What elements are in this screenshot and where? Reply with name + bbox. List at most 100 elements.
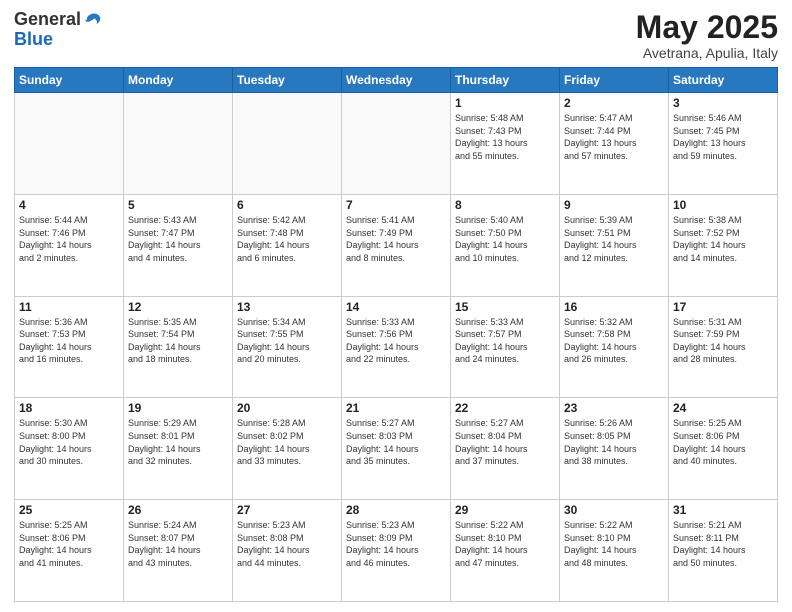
calendar-cell: 2Sunrise: 5:47 AMSunset: 7:44 PMDaylight… xyxy=(560,93,669,195)
day-number: 16 xyxy=(564,300,664,314)
day-number: 24 xyxy=(673,401,773,415)
calendar-cell: 29Sunrise: 5:22 AMSunset: 8:10 PMDayligh… xyxy=(451,500,560,602)
calendar-cell: 24Sunrise: 5:25 AMSunset: 8:06 PMDayligh… xyxy=(669,398,778,500)
day-number: 15 xyxy=(455,300,555,314)
day-info: Sunrise: 5:24 AMSunset: 8:07 PMDaylight:… xyxy=(128,519,228,569)
calendar-cell: 8 Sunrise: 5:40 AMSunset: 7:50 PMDaylight… xyxy=(451,194,560,296)
day-info: Sunrise: 5:23 AMSunset: 8:09 PMDaylight:… xyxy=(346,519,446,569)
calendar-cell: 14Sunrise: 5:33 AMSunset: 7:56 PMDayligh… xyxy=(342,296,451,398)
logo-bird-icon xyxy=(83,10,103,30)
day-info: Sunrise: 5:41 AMSunset: 7:49 PMDaylight:… xyxy=(346,214,446,264)
day-info: Sunrise: 5:23 AMSunset: 8:08 PMDaylight:… xyxy=(237,519,337,569)
day-info: Sunrise: 5:33 AMSunset: 7:57 PMDaylight:… xyxy=(455,316,555,366)
day-info: Sunrise: 5:31 AMSunset: 7:59 PMDaylight:… xyxy=(673,316,773,366)
calendar-cell: 25 Sunrise: 5:25 AMSunset: 8:06 PMDayligh… xyxy=(15,500,124,602)
day-info: Sunrise: 5:22 AMSunset: 8:10 PMDaylight:… xyxy=(564,519,664,569)
day-number: 9 xyxy=(564,198,664,212)
day-info: Sunrise: 5:27 AMSunset: 8:03 PMDaylight:… xyxy=(346,417,446,467)
calendar-cell: 10 Sunrise: 5:38 AMSunset: 7:52 PMDayligh… xyxy=(669,194,778,296)
col-header-thursday: Thursday xyxy=(451,68,560,93)
calendar-cell: 5 Sunrise: 5:43 AMSunset: 7:47 PMDaylight… xyxy=(124,194,233,296)
day-info: Sunrise: 5:42 AMSunset: 7:48 PMDaylight:… xyxy=(237,214,337,264)
day-info: Sunrise: 5:35 AMSunset: 7:54 PMDaylight:… xyxy=(128,316,228,366)
calendar-cell: 30 Sunrise: 5:22 AMSunset: 8:10 PMDayligh… xyxy=(560,500,669,602)
logo: General Blue xyxy=(14,10,103,50)
day-info: Sunrise: 5:32 AMSunset: 7:58 PMDaylight:… xyxy=(564,316,664,366)
calendar-cell: 26 Sunrise: 5:24 AMSunset: 8:07 PMDayligh… xyxy=(124,500,233,602)
day-number: 7 xyxy=(346,198,446,212)
day-info: Sunrise: 5:34 AMSunset: 7:55 PMDaylight:… xyxy=(237,316,337,366)
day-number: 30 xyxy=(564,503,664,517)
day-number: 28 xyxy=(346,503,446,517)
day-info: Sunrise: 5:25 AMSunset: 8:06 PMDaylight:… xyxy=(19,519,119,569)
day-number: 27 xyxy=(237,503,337,517)
day-number: 18 xyxy=(19,401,119,415)
day-info: Sunrise: 5:22 AMSunset: 8:10 PMDaylight:… xyxy=(455,519,555,569)
day-number: 13 xyxy=(237,300,337,314)
day-info: Sunrise: 5:46 AMSunset: 7:45 PMDaylight:… xyxy=(673,112,773,162)
day-number: 23 xyxy=(564,401,664,415)
day-number: 6 xyxy=(237,198,337,212)
day-info: Sunrise: 5:30 AMSunset: 8:00 PMDaylight:… xyxy=(19,417,119,467)
day-info: Sunrise: 5:40 AMSunset: 7:50 PMDaylight:… xyxy=(455,214,555,264)
calendar-cell: 28 Sunrise: 5:23 AMSunset: 8:09 PMDayligh… xyxy=(342,500,451,602)
day-info: Sunrise: 5:33 AMSunset: 7:56 PMDaylight:… xyxy=(346,316,446,366)
day-number: 20 xyxy=(237,401,337,415)
calendar-cell: 1Sunrise: 5:48 AMSunset: 7:43 PMDaylight… xyxy=(451,93,560,195)
day-number: 10 xyxy=(673,198,773,212)
calendar-cell: 17Sunrise: 5:31 AMSunset: 7:59 PMDayligh… xyxy=(669,296,778,398)
calendar-table: SundayMondayTuesdayWednesdayThursdayFrid… xyxy=(14,67,778,602)
calendar-cell: 6 Sunrise: 5:42 AMSunset: 7:48 PMDaylight… xyxy=(233,194,342,296)
calendar-cell xyxy=(233,93,342,195)
day-number: 12 xyxy=(128,300,228,314)
day-info: Sunrise: 5:26 AMSunset: 8:05 PMDaylight:… xyxy=(564,417,664,467)
calendar-cell: 3 Sunrise: 5:46 AMSunset: 7:45 PMDaylight… xyxy=(669,93,778,195)
day-number: 31 xyxy=(673,503,773,517)
day-number: 26 xyxy=(128,503,228,517)
calendar-cell: 4Sunrise: 5:44 AMSunset: 7:46 PMDaylight… xyxy=(15,194,124,296)
calendar-cell: 7 Sunrise: 5:41 AMSunset: 7:49 PMDaylight… xyxy=(342,194,451,296)
calendar-cell: 16 Sunrise: 5:32 AMSunset: 7:58 PMDayligh… xyxy=(560,296,669,398)
day-info: Sunrise: 5:43 AMSunset: 7:47 PMDaylight:… xyxy=(128,214,228,264)
day-number: 8 xyxy=(455,198,555,212)
col-header-tuesday: Tuesday xyxy=(233,68,342,93)
day-info: Sunrise: 5:47 AMSunset: 7:44 PMDaylight:… xyxy=(564,112,664,162)
calendar-cell: 31 Sunrise: 5:21 AMSunset: 8:11 PMDayligh… xyxy=(669,500,778,602)
month-title: May 2025 xyxy=(636,10,778,45)
day-info: Sunrise: 5:28 AMSunset: 8:02 PMDaylight:… xyxy=(237,417,337,467)
day-number: 21 xyxy=(346,401,446,415)
calendar-week-row: 11Sunrise: 5:36 AMSunset: 7:53 PMDayligh… xyxy=(15,296,778,398)
calendar-header-row: SundayMondayTuesdayWednesdayThursdayFrid… xyxy=(15,68,778,93)
calendar-week-row: 18 Sunrise: 5:30 AMSunset: 8:00 PMDayligh… xyxy=(15,398,778,500)
calendar-cell: 22 Sunrise: 5:27 AMSunset: 8:04 PMDayligh… xyxy=(451,398,560,500)
col-header-wednesday: Wednesday xyxy=(342,68,451,93)
calendar-cell: 20 Sunrise: 5:28 AMSunset: 8:02 PMDayligh… xyxy=(233,398,342,500)
col-header-saturday: Saturday xyxy=(669,68,778,93)
day-number: 19 xyxy=(128,401,228,415)
calendar-cell xyxy=(15,93,124,195)
day-number: 4 xyxy=(19,198,119,212)
calendar-cell: 27 Sunrise: 5:23 AMSunset: 8:08 PMDayligh… xyxy=(233,500,342,602)
day-number: 5 xyxy=(128,198,228,212)
location-subtitle: Avetrana, Apulia, Italy xyxy=(636,45,778,61)
page: General Blue May 2025 Avetrana, Apulia, … xyxy=(0,0,792,612)
day-number: 11 xyxy=(19,300,119,314)
day-info: Sunrise: 5:29 AMSunset: 8:01 PMDaylight:… xyxy=(128,417,228,467)
col-header-sunday: Sunday xyxy=(15,68,124,93)
col-header-friday: Friday xyxy=(560,68,669,93)
header: General Blue May 2025 Avetrana, Apulia, … xyxy=(14,10,778,61)
calendar-cell: 9 Sunrise: 5:39 AMSunset: 7:51 PMDaylight… xyxy=(560,194,669,296)
day-info: Sunrise: 5:27 AMSunset: 8:04 PMDaylight:… xyxy=(455,417,555,467)
day-number: 22 xyxy=(455,401,555,415)
calendar-cell: 13 Sunrise: 5:34 AMSunset: 7:55 PMDayligh… xyxy=(233,296,342,398)
day-number: 3 xyxy=(673,96,773,110)
day-info: Sunrise: 5:38 AMSunset: 7:52 PMDaylight:… xyxy=(673,214,773,264)
calendar-cell: 15 Sunrise: 5:33 AMSunset: 7:57 PMDayligh… xyxy=(451,296,560,398)
calendar-cell: 18 Sunrise: 5:30 AMSunset: 8:00 PMDayligh… xyxy=(15,398,124,500)
day-info: Sunrise: 5:39 AMSunset: 7:51 PMDaylight:… xyxy=(564,214,664,264)
day-info: Sunrise: 5:21 AMSunset: 8:11 PMDaylight:… xyxy=(673,519,773,569)
title-block: May 2025 Avetrana, Apulia, Italy xyxy=(636,10,778,61)
calendar-cell: 12 Sunrise: 5:35 AMSunset: 7:54 PMDayligh… xyxy=(124,296,233,398)
day-number: 25 xyxy=(19,503,119,517)
calendar-cell xyxy=(342,93,451,195)
